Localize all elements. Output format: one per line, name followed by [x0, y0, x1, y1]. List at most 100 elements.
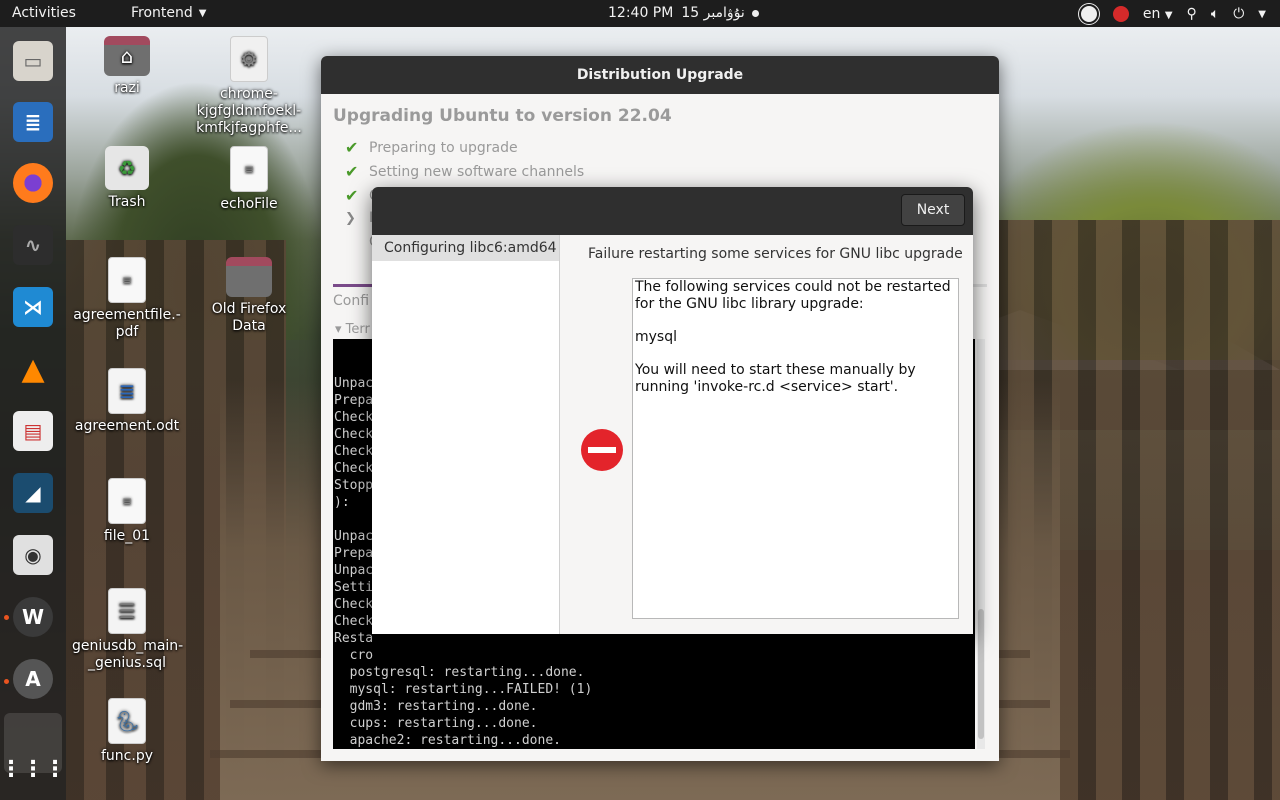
pdf-file-icon: ≡ — [108, 257, 146, 303]
show-applications-icon[interactable]: ⋮⋮⋮ — [0, 749, 66, 789]
app-indicator-icon[interactable] — [1078, 4, 1099, 24]
dialog-message-box[interactable]: The following services could not be rest… — [632, 278, 959, 619]
language-label: en — [1142, 6, 1161, 22]
files-icon[interactable]: ▭ — [13, 41, 53, 81]
firefox-icon[interactable] — [13, 163, 53, 203]
desktop-icon-trash[interactable]: ♻ Trash — [72, 146, 182, 211]
next-button[interactable]: Next — [901, 194, 965, 226]
desktop-icon-label: echoFile — [220, 196, 278, 212]
writer-icon[interactable]: ≣ — [13, 102, 53, 142]
desktop-icon-label: agreementfile.-pdf — [73, 307, 181, 340]
terminal-line: cups: restarting...done. — [334, 716, 538, 731]
terminal-expander-label: Terr — [345, 322, 370, 337]
progress-status-label: Confi — [333, 293, 370, 309]
terminal-scrollbar[interactable] — [977, 339, 985, 749]
app-menu-label: Frontend — [131, 5, 193, 21]
chevron-down-icon: ▼ — [198, 7, 207, 19]
vlc-icon[interactable]: ▲ — [13, 349, 53, 389]
desktop-icon-label: razi — [114, 80, 140, 96]
vscode-icon[interactable]: ⋊ — [13, 287, 53, 327]
triangle-down-icon: ▾ — [335, 322, 342, 337]
dialog-content: Failure restarting some services for GNU… — [560, 235, 973, 634]
dialog-sidebar: Configuring libc6:amd64 — [372, 235, 560, 634]
desktop-icon-agreementfile-pdf[interactable]: ≡ agreementfile.-pdf — [72, 257, 182, 341]
text-file-icon: ≡ — [108, 478, 146, 524]
desktop-icon-geniusdb-sql[interactable]: ☰ geniusdb_main-_genius.sql — [72, 588, 184, 672]
desktop-icon-label: file_01 — [103, 528, 151, 544]
terminal-line: postgresql: restarting...done. — [334, 665, 585, 680]
system-monitor-icon[interactable]: ∿ — [13, 225, 53, 265]
clock-date: 15 نۇۋامبر — [681, 5, 745, 21]
sidebar-item-configuring-libc6[interactable]: Configuring libc6:amd64 — [372, 235, 559, 261]
upgrade-step: ✔ Setting new software channels — [345, 162, 584, 181]
alert-indicator-icon[interactable] — [1112, 6, 1129, 22]
message-paragraph: You will need to start these manually by… — [635, 362, 916, 395]
screenshot-icon[interactable]: ◉ — [13, 535, 53, 575]
mysql-workbench-icon[interactable]: ◢ — [13, 473, 53, 513]
dock: ▭ ≣ ∿ ⋊ ▲ ▤ ◢ ◉ W A ⋮⋮⋮ — [0, 27, 66, 800]
top-bar: Activities Frontend ▼ 12:40 PM 15 نۇۋامب… — [0, 0, 1280, 27]
desktop-icon-chrome-app[interactable]: ⚙ chrome-kjgfgldnnfoekl-kmfkjfagphfe... — [194, 36, 304, 137]
terminal-expander[interactable]: ▾ Terr — [335, 322, 370, 337]
desktop-icon-old-firefox-data[interactable]: Old Firefox Data — [194, 257, 304, 335]
desktop-icon-func-py[interactable]: 🐍︎ func.py — [72, 698, 182, 765]
folder-icon — [226, 257, 272, 297]
running-indicator-icon — [4, 679, 9, 684]
message-paragraph: The following services could not be rest… — [635, 279, 951, 312]
terminal-line: mysql: restarting...FAILED! (1) — [334, 682, 593, 697]
gear-icon: ⚙ — [230, 36, 268, 82]
message-service-name: mysql — [635, 329, 677, 345]
app-menu[interactable]: Frontend ▼ — [131, 5, 207, 21]
trash-icon: ♻ — [105, 146, 149, 190]
window-title: Distribution Upgrade — [576, 67, 744, 83]
desktop-icon-razi[interactable]: ⌂ razi — [72, 36, 182, 97]
desktop-icon-label: func.py — [101, 748, 153, 764]
checkmark-icon: ✔ — [345, 138, 359, 157]
notification-dot-icon — [752, 10, 759, 17]
window-titlebar[interactable]: Distribution Upgrade — [321, 56, 999, 94]
upgrade-step-label: Setting new software channels — [369, 163, 585, 180]
document-viewer-icon[interactable]: ▤ — [13, 411, 53, 451]
python-file-icon: 🐍︎ — [108, 698, 146, 744]
dialog-header: Next — [372, 187, 973, 235]
checkmark-icon: ✔ — [345, 162, 359, 181]
desktop-icon-agreement-odt[interactable]: ≣ agreement.odt — [72, 368, 182, 435]
clock[interactable]: 12:40 PM 15 نۇۋامبر — [608, 5, 745, 21]
language-indicator[interactable]: en ▼ — [1143, 6, 1173, 22]
clock-time: 12:40 PM — [608, 5, 674, 21]
system-tray: en ▼ ⚲ 🔈︎ ⏻ ▼ — [1078, 4, 1266, 24]
desktop-icon-file-01[interactable]: ≡ file_01 — [72, 478, 182, 545]
wps-icon[interactable]: W — [13, 597, 53, 637]
chevron-down-icon: ▼ — [1164, 10, 1173, 21]
software-updater-icon[interactable]: A — [13, 659, 53, 699]
terminal-line: gdm3: restarting...done. — [334, 699, 538, 714]
volume-icon[interactable]: 🔈︎ — [1211, 6, 1219, 22]
debconf-dialog: Next Configuring libc6:amd64 Failure res… — [372, 187, 973, 634]
checkmark-icon: ✔ — [345, 186, 359, 205]
error-stop-icon — [581, 429, 623, 471]
desktop-icon-label: Trash — [108, 194, 146, 210]
terminal-line: cro — [334, 648, 374, 663]
chevron-down-icon[interactable]: ▼ — [1258, 9, 1266, 20]
database-file-icon: ☰ — [108, 588, 146, 634]
desktop-icon-label: geniusdb_main-_genius.sql — [72, 638, 184, 671]
upgrade-step: ❯ I — [345, 210, 373, 226]
chevron-right-icon: ❯ — [345, 210, 356, 226]
home-folder-icon: ⌂ — [104, 36, 150, 76]
odt-file-icon: ≣ — [108, 368, 146, 414]
text-file-icon: ≡ — [230, 146, 268, 192]
activities-button[interactable]: Activities — [12, 5, 76, 21]
running-indicator-icon — [4, 615, 9, 620]
desktop-icon-label: Old Firefox Data — [211, 301, 287, 334]
upgrade-step: ✔ Preparing to upgrade — [345, 138, 518, 157]
network-icon[interactable]: ⚲ — [1187, 6, 1197, 22]
desktop-icon-echofile[interactable]: ≡ echoFile — [194, 146, 304, 213]
upgrade-step-label: Preparing to upgrade — [369, 139, 518, 156]
upgrade-heading: Upgrading Ubuntu to version 22.04 — [333, 106, 672, 126]
dialog-question: Failure restarting some services for GNU… — [588, 246, 963, 262]
desktop-icon-label: agreement.odt — [74, 418, 180, 434]
desktop-icon-label: chrome-kjgfgldnnfoekl-kmfkjfagphfe... — [196, 86, 302, 136]
scrollbar-thumb[interactable] — [978, 609, 984, 739]
power-icon[interactable]: ⏻ — [1233, 6, 1244, 22]
